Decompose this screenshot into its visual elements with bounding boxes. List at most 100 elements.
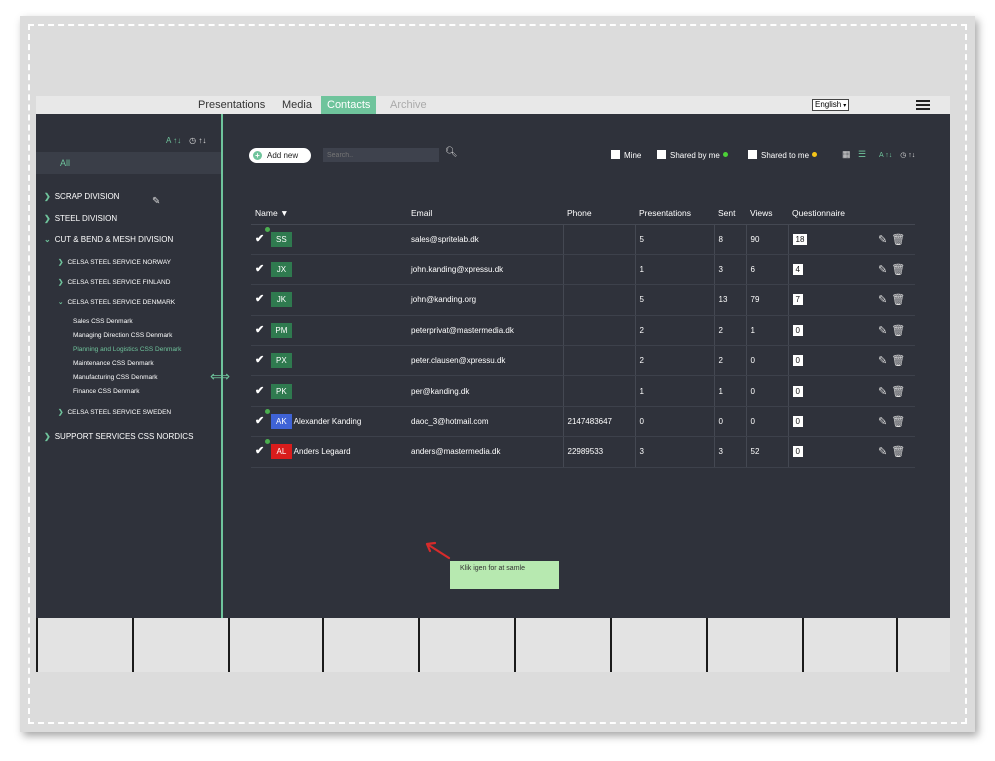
- col-name[interactable]: Name ▼: [251, 202, 407, 225]
- questionnaire-badge[interactable]: 18: [792, 233, 808, 245]
- trash-icon[interactable]: 🗑︎: [891, 234, 905, 246]
- tree-item-denmark[interactable]: ⌄ CELSA STEEL SERVICE DENMARK: [58, 298, 175, 306]
- tree-item-planning-logistics[interactable]: Planning and Logistics CSS Denmark: [73, 346, 181, 353]
- tree-item-support-services[interactable]: ❯ SUPPORT SERVICES CSS NORDICS: [44, 432, 193, 441]
- avatar[interactable]: AK: [270, 414, 292, 430]
- questionnaire-badge[interactable]: 0: [792, 385, 803, 397]
- questionnaire-badge[interactable]: 0: [792, 324, 803, 336]
- questionnaire-badge[interactable]: 4: [792, 264, 803, 276]
- questionnaire-badge[interactable]: 0: [792, 416, 803, 428]
- table-row[interactable]: ✔ SS sales@spritelab.dk 5 8 90 18 ✎ 🗑︎: [251, 224, 915, 255]
- edit-pencil-icon[interactable]: ✎: [152, 196, 160, 207]
- table-row[interactable]: ✔ PM peterprivat@mastermedia.dk 2 2 1 0 ✎ 🗑︎: [251, 315, 915, 347]
- col-views[interactable]: Views: [746, 202, 788, 225]
- sidebar-item-all[interactable]: All: [36, 152, 222, 174]
- filter-shared-to-me[interactable]: Shared to me: [748, 150, 818, 160]
- col-email[interactable]: Email: [407, 202, 563, 225]
- tab-archive[interactable]: Archive: [384, 96, 433, 114]
- avatar[interactable]: JK: [270, 292, 292, 308]
- edit-pencil-icon[interactable]: ✎: [878, 446, 887, 458]
- search-icon[interactable]: 🔍︎: [445, 147, 458, 158]
- table-row[interactable]: ✔ AK Alexander Kanding daoc_3@hotmail.com…: [251, 406, 915, 438]
- tree-item-maintenance[interactable]: Maintenance CSS Denmark: [73, 360, 154, 367]
- col-sent[interactable]: Sent: [714, 202, 746, 225]
- checkbox[interactable]: [611, 150, 620, 159]
- tree-item-steel-division[interactable]: ❯ STEEL DIVISION: [44, 214, 117, 223]
- tree-item-sweden[interactable]: ❯ CELSA STEEL SERVICE SWEDEN: [58, 408, 171, 416]
- search-input[interactable]: [323, 148, 439, 162]
- questionnaire-badge[interactable]: 7: [792, 294, 803, 306]
- trash-icon[interactable]: 🗑︎: [891, 416, 905, 428]
- trash-icon[interactable]: 🗑︎: [891, 325, 905, 337]
- tab-presentations[interactable]: Presentations: [192, 96, 271, 114]
- questionnaire-badge[interactable]: 0: [792, 355, 803, 367]
- edit-pencil-icon[interactable]: ✎: [878, 416, 887, 428]
- check-icon[interactable]: ✔: [255, 233, 264, 245]
- tree-item-sales[interactable]: Sales CSS Denmark: [73, 318, 133, 325]
- tree-item-managing-direction[interactable]: Managing Direction CSS Denmark: [73, 332, 172, 339]
- trash-icon[interactable]: 🗑︎: [891, 264, 905, 276]
- trash-icon[interactable]: 🗑︎: [891, 294, 905, 306]
- cell-presentations: 1: [634, 375, 714, 407]
- col-questionnaire[interactable]: Questionnaire: [788, 202, 866, 225]
- contact-name[interactable]: Anders Legaard: [294, 447, 351, 456]
- sort-alpha-icon[interactable]: A ↑↓: [879, 152, 892, 159]
- table-row[interactable]: ✔ JX john.kanding@xpressu.dk 1 3 6 4 ✎ 🗑︎: [251, 254, 915, 286]
- check-icon[interactable]: ✔: [255, 445, 264, 457]
- table-row[interactable]: ✔ PK per@kanding.dk 1 1 0 0 ✎ 🗑︎: [251, 375, 915, 407]
- sort-alpha-icon[interactable]: A ↑↓: [166, 136, 181, 145]
- edit-pencil-icon[interactable]: ✎: [878, 234, 887, 246]
- cell-email: sales@spritelab.dk: [407, 224, 563, 255]
- tree-item-manufacturing[interactable]: Manufacturing CSS Denmark: [73, 374, 158, 381]
- tab-media[interactable]: Media: [276, 96, 318, 114]
- check-icon[interactable]: ✔: [255, 415, 264, 427]
- check-icon[interactable]: ✔: [255, 293, 264, 305]
- avatar[interactable]: JX: [270, 262, 292, 278]
- check-icon[interactable]: ✔: [255, 324, 264, 336]
- contact-name[interactable]: Alexander Kanding: [294, 417, 362, 426]
- tree-item-scrap-division[interactable]: ❯ SCRAP DIVISION: [44, 192, 119, 201]
- edit-pencil-icon[interactable]: ✎: [878, 294, 887, 306]
- questionnaire-badge[interactable]: 0: [792, 446, 803, 458]
- tab-contacts[interactable]: Contacts: [321, 96, 377, 114]
- sort-time-icon[interactable]: ◷ ↑↓: [189, 136, 206, 145]
- trash-icon[interactable]: 🗑︎: [891, 446, 905, 458]
- check-icon[interactable]: ✔: [255, 354, 264, 366]
- tree-item-finland[interactable]: ❯ CELSA STEEL SERVICE FINLAND: [58, 278, 170, 286]
- table-row[interactable]: ✔ JK john@kanding.org 5 13 79 7 ✎ 🗑︎: [251, 284, 915, 316]
- tree-item-cut-bend-mesh[interactable]: ⌄ CUT & BEND & MESH DIVISION: [44, 235, 173, 244]
- trash-icon[interactable]: 🗑︎: [891, 386, 905, 398]
- checkbox[interactable]: [657, 150, 666, 159]
- avatar[interactable]: PK: [270, 383, 292, 399]
- filter-mine[interactable]: Mine: [611, 150, 641, 160]
- edit-pencil-icon[interactable]: ✎: [878, 325, 887, 337]
- hamburger-menu-icon[interactable]: [916, 100, 930, 110]
- trash-icon[interactable]: 🗑︎: [891, 355, 905, 367]
- tree-item-finance[interactable]: Finance CSS Denmark: [73, 388, 139, 395]
- edit-pencil-icon[interactable]: ✎: [878, 355, 887, 367]
- cell-views: 0: [745, 406, 788, 438]
- tree-item-norway[interactable]: ❯ CELSA STEEL SERVICE NORWAY: [58, 258, 171, 266]
- edit-pencil-icon[interactable]: ✎: [878, 386, 887, 398]
- table-row[interactable]: ✔ PX peter.clausen@xpressu.dk 2 2 0 0 ✎ 🗑︎: [251, 345, 915, 377]
- avatar[interactable]: PM: [270, 322, 292, 338]
- cell-views: 0: [745, 345, 788, 377]
- col-presentations[interactable]: Presentations: [635, 202, 714, 225]
- sidebar-sort-controls[interactable]: A ↑↓ ◷ ↑↓: [166, 136, 206, 145]
- table-row[interactable]: ✔ AL Anders Legaard anders@mastermedia.dk…: [251, 436, 915, 468]
- check-icon[interactable]: ✔: [255, 385, 264, 397]
- avatar[interactable]: SS: [270, 231, 292, 247]
- sort-time-icon[interactable]: ◷ ↑↓: [900, 152, 915, 159]
- grid-view-icon[interactable]: ▦: [842, 149, 851, 160]
- checkbox[interactable]: [748, 150, 757, 159]
- add-new-button[interactable]: + Add new: [249, 148, 311, 163]
- filter-shared-by-me[interactable]: Shared by me: [657, 150, 728, 160]
- list-view-icon[interactable]: ☰: [858, 149, 866, 160]
- sort-controls[interactable]: A ↑↓ ◷ ↑↓: [879, 151, 915, 159]
- avatar[interactable]: AL: [270, 444, 292, 460]
- language-select[interactable]: English ▾: [812, 99, 850, 111]
- check-icon[interactable]: ✔: [255, 263, 264, 275]
- col-phone[interactable]: Phone: [563, 202, 635, 225]
- edit-pencil-icon[interactable]: ✎: [878, 264, 887, 276]
- avatar[interactable]: PX: [270, 353, 292, 369]
